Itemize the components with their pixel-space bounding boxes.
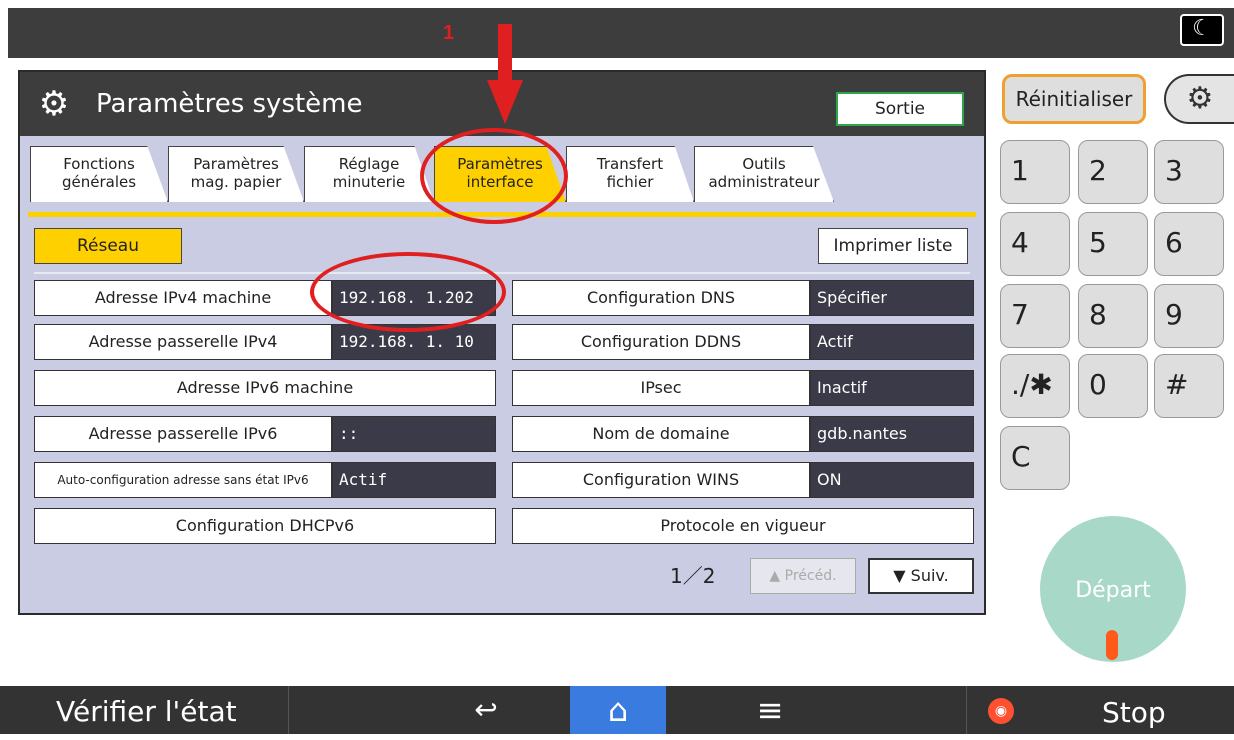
dns-config-button[interactable]: Configuration DNS bbox=[512, 280, 810, 316]
wins-config-value: ON bbox=[810, 462, 974, 498]
annotation-step-number: 1 bbox=[443, 22, 455, 44]
effective-protocol-button[interactable]: Protocole en vigueur bbox=[512, 508, 974, 544]
back-arrow-icon[interactable]: ↩ bbox=[456, 686, 516, 734]
ipv6-gateway-value: :: bbox=[332, 416, 496, 452]
page-indicator: 1／2 bbox=[670, 564, 716, 588]
key-clear[interactable]: C bbox=[1000, 426, 1070, 490]
key-0[interactable]: 0 bbox=[1078, 354, 1148, 418]
tab-paper-tray-settings[interactable]: Paramètres mag. papier bbox=[168, 146, 304, 202]
divider bbox=[34, 272, 970, 274]
key-1[interactable]: 1 bbox=[1000, 140, 1070, 204]
menu-icon[interactable]: ≡ bbox=[740, 686, 800, 734]
domain-name-value: gdb.nantes bbox=[810, 416, 974, 452]
key-4[interactable]: 4 bbox=[1000, 212, 1070, 276]
key-dot-star[interactable]: ./✱ bbox=[1000, 354, 1070, 418]
check-status-button[interactable]: Vérifier l'état bbox=[56, 686, 237, 734]
stop-button[interactable]: Stop bbox=[1102, 686, 1166, 734]
ipv6-address-button[interactable]: Adresse IPv6 machine bbox=[34, 370, 496, 406]
previous-page-button[interactable]: ▲ Précéd. bbox=[750, 558, 856, 594]
ddns-config-value: Actif bbox=[810, 324, 974, 360]
page-title: Paramètres système bbox=[96, 89, 363, 119]
annotation-circle-ipv4-address bbox=[310, 252, 506, 332]
dns-config-value: Spécifier bbox=[810, 280, 974, 316]
tab-timer-settings[interactable]: Réglage minuterie bbox=[304, 146, 434, 202]
key-3[interactable]: 3 bbox=[1154, 140, 1224, 204]
triangle-down-icon: ▼ bbox=[893, 566, 906, 585]
ipv6-stateless-autoconfig-value: Actif bbox=[332, 462, 496, 498]
key-hash[interactable]: # bbox=[1154, 354, 1224, 418]
divider bbox=[288, 686, 289, 734]
triangle-up-icon: ▲ bbox=[769, 568, 781, 584]
ipv6-stateless-autoconfig-button[interactable]: Auto-configuration adresse sans état IPv… bbox=[34, 462, 332, 498]
annotation-arrow-down-icon bbox=[487, 24, 523, 124]
key-6[interactable]: 6 bbox=[1154, 212, 1224, 276]
key-9[interactable]: 9 bbox=[1154, 284, 1224, 348]
tab-administrator-tools[interactable]: Outils administrateur bbox=[694, 146, 834, 202]
ipsec-button[interactable]: IPsec bbox=[512, 370, 810, 406]
dhcpv6-config-button[interactable]: Configuration DHCPv6 bbox=[34, 508, 496, 544]
stop-icon[interactable]: ◉ bbox=[988, 698, 1014, 724]
key-7[interactable]: 7 bbox=[1000, 284, 1070, 348]
ipv6-gateway-button[interactable]: Adresse passerelle IPv6 bbox=[34, 416, 332, 452]
settings-gear-icon: ⚙ bbox=[38, 84, 70, 124]
domain-name-button[interactable]: Nom de domaine bbox=[512, 416, 810, 452]
ipv4-gateway-button[interactable]: Adresse passerelle IPv4 bbox=[34, 324, 332, 360]
subtab-network[interactable]: Réseau bbox=[34, 228, 182, 264]
ddns-config-button[interactable]: Configuration DDNS bbox=[512, 324, 810, 360]
next-page-button[interactable]: ▼ Suiv. bbox=[868, 558, 974, 594]
gear-icon: ⚙ bbox=[1186, 81, 1214, 116]
reset-button[interactable]: Réinitialiser bbox=[1002, 74, 1146, 124]
energy-saver-moon-icon[interactable]: ☾ bbox=[1180, 14, 1224, 46]
top-status-bar bbox=[8, 8, 1234, 58]
ipsec-value: Inactif bbox=[810, 370, 974, 406]
home-icon[interactable]: ⌂ bbox=[570, 686, 666, 734]
ipv4-address-button[interactable]: Adresse IPv4 machine bbox=[34, 280, 332, 316]
bottom-navigation-bar: Vérifier l'état ↩ ⌂ ≡ ◉ Stop bbox=[0, 686, 1234, 734]
key-2[interactable]: 2 bbox=[1078, 140, 1148, 204]
exit-button[interactable]: Sortie bbox=[836, 92, 964, 126]
key-8[interactable]: 8 bbox=[1078, 284, 1148, 348]
key-5[interactable]: 5 bbox=[1078, 212, 1148, 276]
settings-gear-button[interactable]: ⚙ bbox=[1164, 74, 1234, 124]
divider bbox=[966, 686, 967, 734]
annotation-circle-interface-tab bbox=[420, 128, 568, 224]
start-indicator-led bbox=[1106, 630, 1118, 660]
print-list-button[interactable]: Imprimer liste bbox=[818, 228, 968, 264]
wins-config-button[interactable]: Configuration WINS bbox=[512, 462, 810, 498]
tab-general-functions[interactable]: Fonctions générales bbox=[30, 146, 168, 202]
tab-file-transfer[interactable]: Transfert fichier bbox=[566, 146, 694, 202]
